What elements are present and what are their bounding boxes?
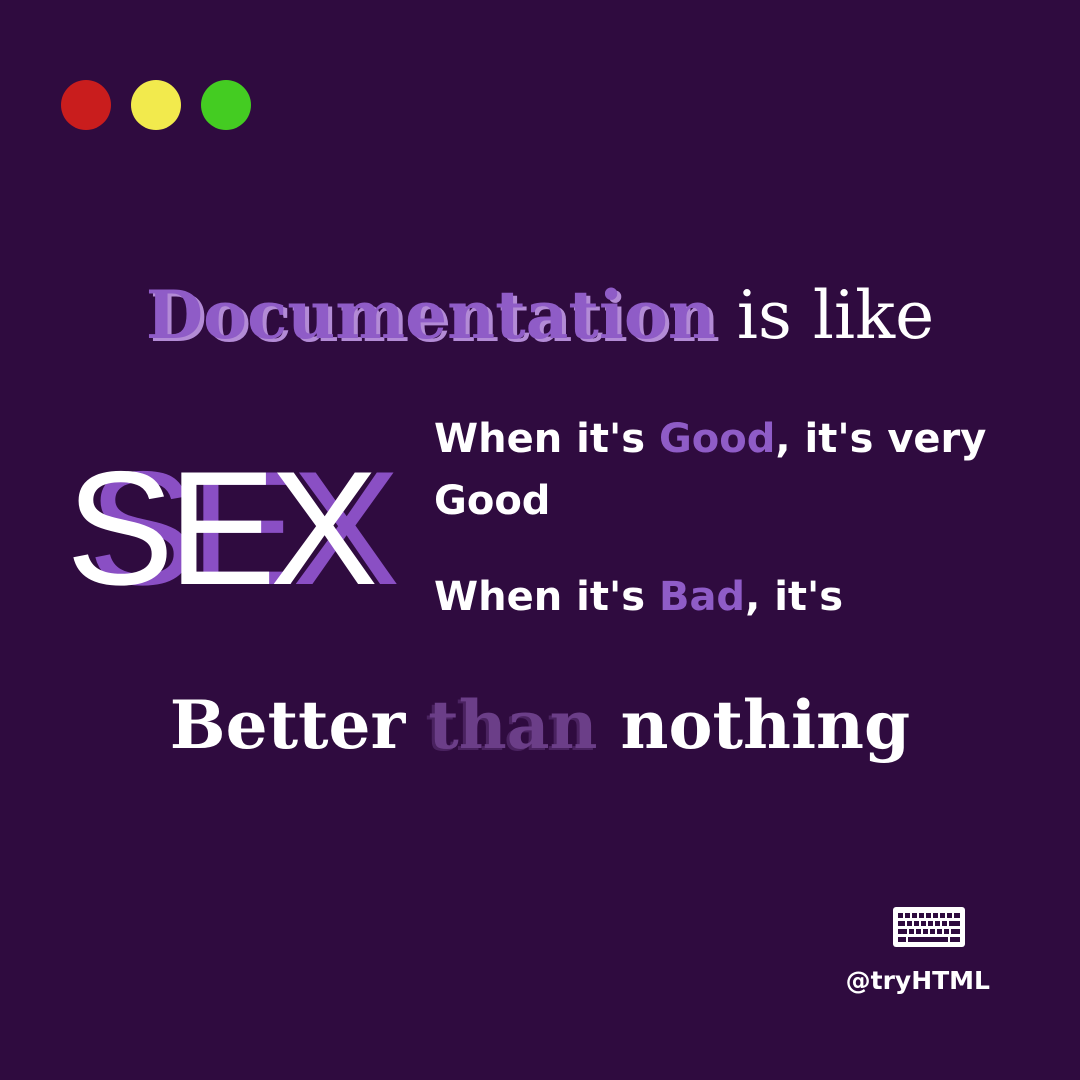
- window-controls: [61, 80, 251, 130]
- bad-highlight: Bad: [658, 574, 746, 620]
- good-line: When it's Good, it's very Good: [434, 416, 987, 524]
- close-dot-icon: [61, 80, 111, 130]
- bottom-highlight: than than: [425, 686, 598, 766]
- maximize-dot-icon: [201, 80, 251, 130]
- minimize-dot-icon: [131, 80, 181, 130]
- author-handle: @tryHTML: [845, 966, 990, 995]
- big-word: SEX SEX: [66, 438, 400, 619]
- headline-rest: is like: [715, 277, 935, 354]
- bottom-line: Better than than nothing: [169, 686, 911, 766]
- good-highlight: Good: [658, 416, 776, 462]
- headline: Documentation Documentation is like: [0, 276, 1080, 357]
- bottom-highlight-text: than: [428, 686, 598, 764]
- headline-highlight-text: Documentation: [145, 276, 716, 354]
- keyboard-icon: [893, 907, 965, 947]
- headline-highlight: Documentation Documentation: [145, 276, 720, 357]
- bad-line: When it's Bad, it's: [434, 574, 844, 620]
- big-word-text: SEX: [66, 438, 378, 619]
